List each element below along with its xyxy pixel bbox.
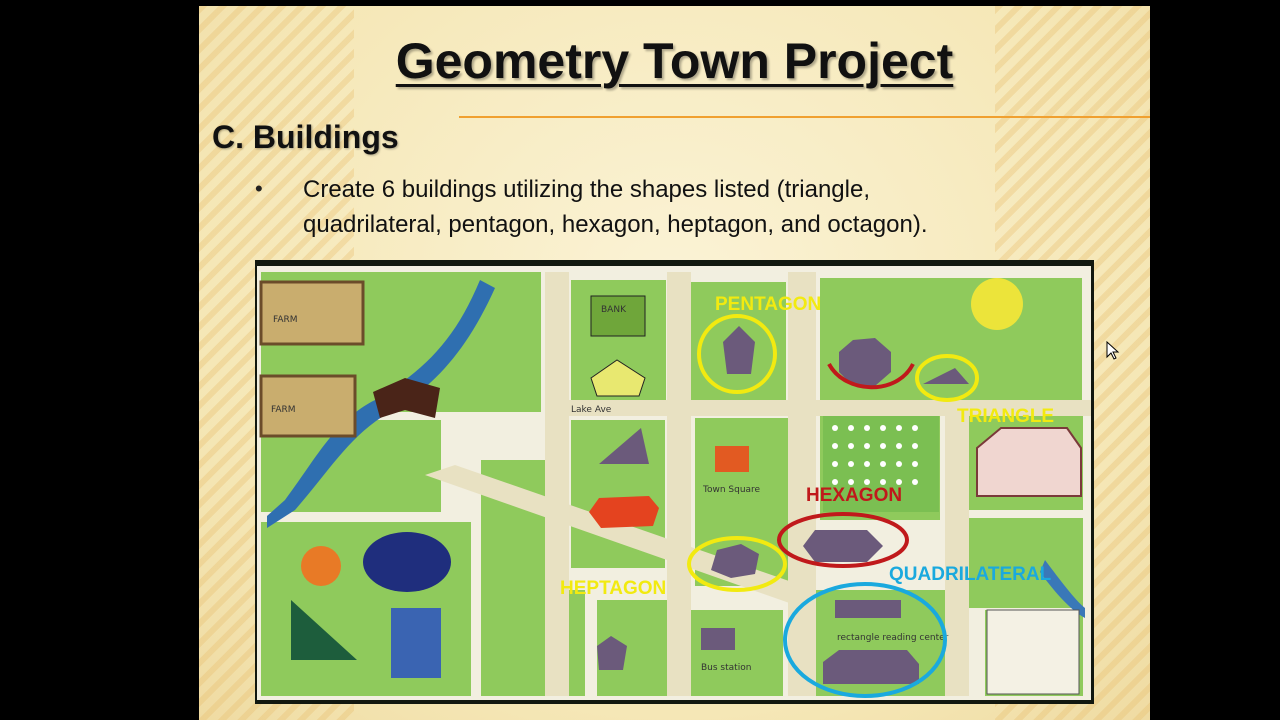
hexagon-building (803, 530, 883, 562)
lake-ave-label: Lake Ave (571, 405, 612, 415)
title-divider (459, 116, 1150, 118)
bus-station-label: Bus station (701, 663, 751, 673)
bullet-marker: • (255, 176, 263, 201)
hotel-building (976, 427, 1082, 497)
farm-1-label: FARM (273, 315, 298, 325)
bullet-text: Create 6 buildings utilizing the shapes … (303, 172, 1093, 242)
town-map-drawing: FARM FARM BANK Lake Ave Town Square rect… (257, 266, 1091, 700)
rectangle-building (835, 600, 901, 618)
pentagon-label: PENTAGON (715, 294, 821, 315)
reading-center-building (823, 650, 919, 684)
blue-rect-building (391, 608, 441, 678)
yellow-building (971, 278, 1023, 330)
orange-circle-building (301, 546, 341, 586)
farm-1 (259, 280, 365, 346)
reading-center-label: rectangle reading center (837, 633, 949, 643)
bank-building (590, 295, 646, 337)
mouse-pointer-icon (1106, 340, 1120, 366)
blue-ellipse-building (363, 532, 451, 592)
quadrilateral-label: QUADRILATERAL (889, 564, 1052, 585)
bullet-line-1: Create 6 buildings utilizing the shapes … (303, 176, 870, 203)
section-heading: C. Buildings (212, 119, 399, 155)
orange-octagon-building (589, 496, 659, 528)
map-legend (986, 609, 1080, 695)
bank-label: BANK (601, 305, 627, 315)
town-square-label: Town Square (702, 485, 761, 495)
quad-building-small (701, 628, 735, 650)
bullet-line-2: quadrilateral, pentagon, hexagon, heptag… (303, 211, 928, 238)
slide: Geometry Town Project C. Buildings • Cre… (199, 6, 1150, 720)
farm-2-label: FARM (271, 405, 296, 415)
hexagon-label: HEXAGON (806, 485, 902, 506)
slide-title: Geometry Town Project (395, 33, 954, 89)
red-square-building (715, 446, 749, 472)
town-map-photo: FARM FARM BANK Lake Ave Town Square rect… (255, 260, 1094, 704)
heptagon-label: HEPTAGON (560, 578, 666, 599)
triangle-label: TRIANGLE (957, 406, 1054, 427)
